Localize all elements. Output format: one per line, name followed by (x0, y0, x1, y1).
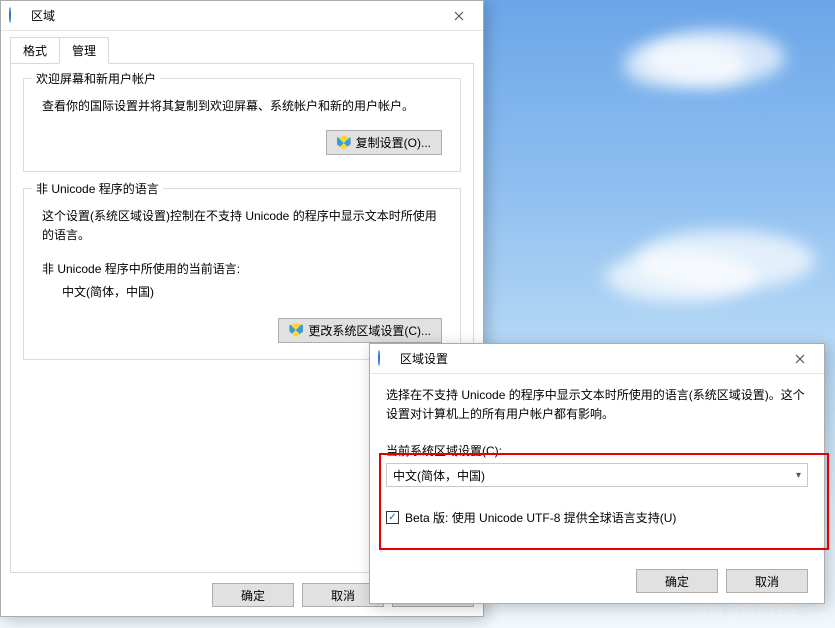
titlebar[interactable]: 区域 (1, 1, 483, 31)
shield-icon (337, 136, 351, 150)
utf8-checkbox-label: Beta 版: 使用 Unicode UTF-8 提供全球语言支持(U) (405, 509, 676, 526)
group-nonunicode-title: 非 Unicode 程序的语言 (32, 180, 163, 197)
group-welcome-title: 欢迎屏幕和新用户帐户 (32, 70, 160, 87)
window-title: 区域 (31, 7, 439, 24)
current-language-value: 中文(简体，中国) (62, 283, 442, 300)
globe-icon (378, 351, 394, 367)
change-locale-button[interactable]: 更改系统区域设置(C)... (278, 318, 442, 343)
group-welcome-desc: 查看你的国际设置并将其复制到欢迎屏幕、系统帐户和新的用户帐户。 (42, 97, 442, 116)
tab-format[interactable]: 格式 (10, 37, 60, 64)
utf8-checkbox-row[interactable]: ✓ Beta 版: 使用 Unicode UTF-8 提供全球语言支持(U) (386, 509, 808, 526)
tab-strip: 格式 管理 (10, 37, 474, 64)
dialog-buttons: 确定 取消 (386, 559, 808, 593)
group-nonunicode: 非 Unicode 程序的语言 这个设置(系统区域设置)控制在不支持 Unico… (23, 188, 461, 359)
close-button[interactable] (439, 2, 479, 30)
change-locale-label: 更改系统区域设置(C)... (308, 322, 431, 339)
locale-combobox[interactable]: 中文(简体，中国) ▾ (386, 463, 808, 487)
copy-settings-label: 复制设置(O)... (356, 134, 431, 151)
ok-button[interactable]: 确定 (212, 583, 294, 607)
globe-icon (9, 8, 25, 24)
cancel-button[interactable]: 取消 (726, 569, 808, 593)
sub-desc: 选择在不支持 Unicode 的程序中显示文本时所使用的语言(系统区域设置)。这… (386, 386, 808, 424)
group-welcome: 欢迎屏幕和新用户帐户 查看你的国际设置并将其复制到欢迎屏幕、系统帐户和新的用户帐… (23, 78, 461, 172)
locale-combobox-value: 中文(简体，中国) (393, 467, 796, 484)
shield-icon (289, 323, 303, 337)
close-button[interactable] (780, 345, 820, 373)
chevron-down-icon: ▾ (796, 470, 801, 481)
group-nonunicode-desc: 这个设置(系统区域设置)控制在不支持 Unicode 的程序中显示文本时所使用的… (42, 207, 442, 245)
utf8-checkbox[interactable]: ✓ (386, 511, 399, 524)
region-settings-window: 区域设置 选择在不支持 Unicode 的程序中显示文本时所使用的语言(系统区域… (369, 343, 825, 604)
locale-field-label: 当前系统区域设置(C): (386, 442, 808, 459)
ok-button[interactable]: 确定 (636, 569, 718, 593)
window-title: 区域设置 (400, 350, 780, 367)
tab-admin[interactable]: 管理 (59, 37, 109, 64)
copy-settings-button[interactable]: 复制设置(O)... (326, 130, 442, 155)
current-language-label: 非 Unicode 程序中所使用的当前语言: (42, 260, 442, 277)
titlebar[interactable]: 区域设置 (370, 344, 824, 374)
